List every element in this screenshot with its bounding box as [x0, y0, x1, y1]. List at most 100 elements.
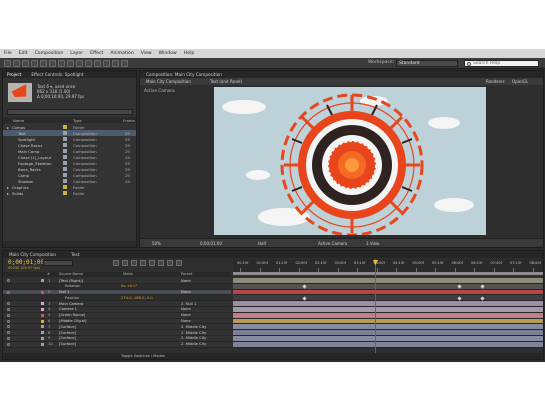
draft-3d-icon[interactable] [122, 260, 128, 266]
parent-select[interactable]: None [181, 319, 191, 323]
menu-edit[interactable]: Edit [19, 51, 28, 56]
parent-select[interactable]: 2. Middle City [181, 331, 206, 335]
zoom-select[interactable]: 50% [152, 241, 161, 246]
parent-select[interactable]: 2. Middle City [181, 336, 206, 340]
menu-window[interactable]: Window [159, 51, 177, 56]
roto-brush-tool-icon[interactable] [112, 60, 119, 67]
layer-name[interactable]: Null 1 [59, 290, 70, 294]
label-color-swatch[interactable] [63, 185, 67, 189]
column-frame[interactable]: Frame [123, 118, 135, 123]
label-color-swatch[interactable] [63, 179, 67, 183]
brush-tool-icon[interactable] [85, 60, 92, 67]
column-source-name[interactable]: Source Name [59, 272, 83, 276]
keyframe-icon[interactable] [480, 296, 485, 301]
menu-layer[interactable]: Layer [70, 51, 83, 56]
pan-behind-tool-icon[interactable] [49, 60, 56, 67]
workspace-select[interactable]: Standard [396, 60, 458, 67]
keyframe-icon[interactable] [302, 284, 307, 289]
keyframe-icon[interactable] [457, 284, 462, 289]
search-help-input[interactable]: Search Help [464, 60, 539, 67]
parent-select[interactable]: 2. Middle City [181, 342, 206, 346]
menu-animation[interactable]: Animation [110, 51, 133, 56]
menu-composition[interactable]: Composition [35, 51, 64, 56]
column-type[interactable]: Type [73, 118, 82, 123]
brainstorm-icon[interactable] [158, 260, 164, 266]
label-color-swatch[interactable] [63, 137, 67, 141]
timeline-tab-main[interactable]: Main City Composition [9, 252, 56, 257]
layer-label-color[interactable] [41, 331, 44, 335]
timeline-search-input[interactable] [43, 260, 73, 266]
mask-tool-icon[interactable] [58, 60, 65, 67]
eye-icon[interactable] [7, 290, 10, 294]
property-value[interactable]: 0x +0.0° [121, 284, 138, 288]
current-time-indicator[interactable] [375, 259, 376, 359]
view-layout-select[interactable]: 1 View [366, 241, 379, 246]
label-color-swatch[interactable] [63, 155, 67, 159]
menu-effect[interactable]: Effect [90, 51, 103, 56]
3d-view-select[interactable]: Active Camera [318, 241, 347, 246]
timeline-timecode[interactable]: 0;00;01;00 [8, 259, 44, 266]
column-name[interactable]: Name [13, 118, 24, 123]
camera-tool-icon[interactable] [40, 60, 47, 67]
project-item[interactable]: ▸ Solids Folder [3, 190, 136, 196]
layer-label-color[interactable] [41, 313, 44, 317]
shy-layers-icon[interactable] [131, 260, 137, 266]
layer-duration-bar[interactable] [233, 341, 543, 348]
property-name[interactable]: Rotation [65, 284, 80, 288]
parent-select[interactable]: None [181, 313, 191, 317]
toggle-switches-modes[interactable]: Toggle Switches / Modes [121, 354, 165, 358]
frame-blending-icon[interactable] [140, 260, 146, 266]
layer-name[interactable]: [Text (Right)] [59, 279, 83, 283]
parent-select[interactable]: None [181, 290, 191, 294]
clone-stamp-tool-icon[interactable] [94, 60, 101, 67]
menu-file[interactable]: File [4, 51, 12, 56]
eye-icon[interactable] [7, 342, 10, 346]
keyframe-icon[interactable] [302, 296, 307, 301]
timeline-tab-text[interactable]: Text [71, 252, 79, 257]
layer-label-color[interactable] [41, 279, 44, 282]
comp-mini-flowchart-icon[interactable] [113, 260, 119, 266]
layer-label-color[interactable] [41, 319, 44, 323]
renderer-value[interactable]: OpenGL [512, 79, 528, 84]
selection-tool-icon[interactable] [4, 60, 11, 67]
keyframe-icon[interactable] [480, 284, 485, 289]
layer-name[interactable]: [Surface] [59, 331, 76, 335]
subtab-text[interactable]: Text (and Panel) [210, 79, 242, 84]
label-color-swatch[interactable] [63, 191, 67, 195]
parent-select[interactable]: 2. Null 1 [181, 302, 196, 306]
layer-name[interactable]: [Surface] [59, 325, 76, 329]
label-color-swatch[interactable] [63, 143, 67, 147]
eye-icon[interactable] [7, 331, 10, 335]
layer-label-color[interactable] [41, 342, 44, 346]
label-color-swatch[interactable] [63, 167, 67, 171]
work-area-bar[interactable] [233, 272, 543, 275]
menu-view[interactable]: View [141, 51, 152, 56]
time-ruler[interactable]: 00:15f 01:00f 01:15f 02:00f 02:15f 03:00f 03:1… [233, 259, 543, 272]
eye-icon[interactable] [7, 313, 10, 317]
parent-select[interactable]: 2. Middle City [181, 325, 206, 329]
puppet-tool-icon[interactable] [121, 60, 128, 67]
resolution-select[interactable]: Half [258, 241, 266, 246]
layer-name[interactable]: [Green Racuz] [59, 313, 85, 317]
layer-name[interactable]: [Surface] [59, 336, 76, 340]
property-name[interactable]: Position [65, 296, 79, 300]
layer-label-color[interactable] [41, 307, 44, 311]
pen-tool-icon[interactable] [67, 60, 74, 67]
eye-icon[interactable] [7, 325, 10, 329]
parent-select[interactable]: None [181, 279, 191, 283]
auto-keyframe-icon[interactable] [167, 260, 173, 266]
layer-row[interactable]: 10 [Surface] 2. Middle City [3, 341, 231, 348]
layer-name[interactable]: [Surface] [59, 342, 76, 346]
eye-icon[interactable] [7, 307, 10, 311]
layer-label-color[interactable] [41, 325, 44, 329]
label-color-swatch[interactable] [63, 161, 67, 165]
graph-editor-icon[interactable] [176, 260, 182, 266]
label-color-swatch[interactable] [63, 131, 67, 135]
label-color-swatch[interactable] [63, 125, 67, 129]
disclosure-triangle-icon[interactable]: ▸ [7, 191, 9, 196]
label-color-swatch[interactable] [63, 149, 67, 153]
layer-name[interactable]: [Middle City.ai] [59, 319, 86, 323]
current-time-display[interactable]: 0;00;01;00 [200, 241, 222, 246]
type-tool-icon[interactable] [76, 60, 83, 67]
subtab-main-city[interactable]: Main City Composition [146, 79, 191, 84]
